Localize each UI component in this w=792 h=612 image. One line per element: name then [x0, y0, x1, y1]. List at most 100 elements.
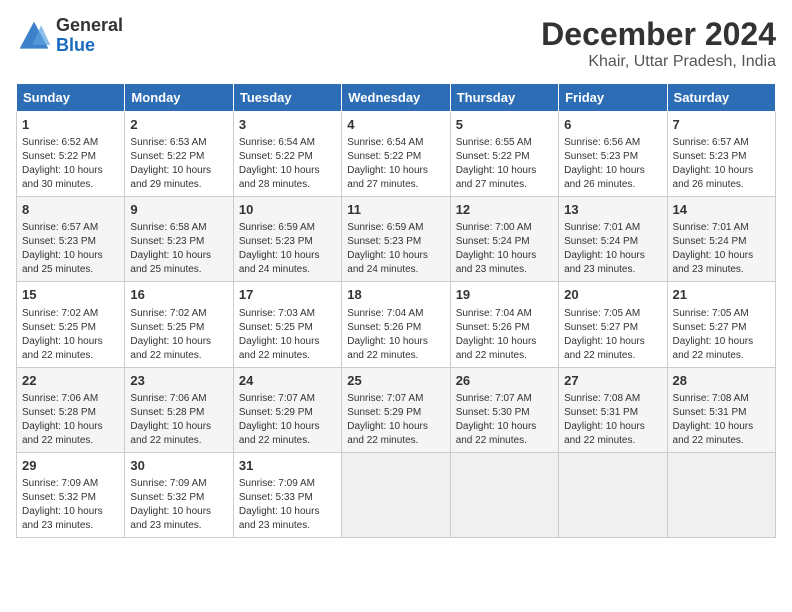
day-cell: 29 Sunrise: 7:09 AM Sunset: 5:32 PM Dayli… — [17, 452, 125, 537]
day-number: 11 — [347, 201, 444, 219]
day-number: 25 — [347, 372, 444, 390]
day-info: Sunrise: 7:09 AM Sunset: 5:33 PM Dayligh… — [239, 477, 336, 533]
page-header: General Blue December 2024 Khair, Uttar … — [16, 16, 776, 71]
day-cell: 5 Sunrise: 6:55 AM Sunset: 5:22 PM Daylig… — [450, 112, 558, 197]
day-cell: 7 Sunrise: 6:57 AM Sunset: 5:23 PM Daylig… — [667, 112, 775, 197]
logo-icon — [16, 18, 52, 54]
day-info: Sunrise: 6:57 AM Sunset: 5:23 PM Dayligh… — [22, 221, 119, 277]
day-number: 13 — [564, 201, 661, 219]
day-info: Sunrise: 6:54 AM Sunset: 5:22 PM Dayligh… — [239, 136, 336, 192]
day-info: Sunrise: 6:55 AM Sunset: 5:22 PM Dayligh… — [456, 136, 553, 192]
col-header-wednesday: Wednesday — [342, 84, 450, 112]
col-header-friday: Friday — [559, 84, 667, 112]
day-cell: 6Sunrise: 6:56 AM Sunset: 5:23 PM Daylig… — [559, 112, 667, 197]
day-info: Sunrise: 6:54 AM Sunset: 5:22 PM Dayligh… — [347, 136, 444, 192]
calendar-header-row: SundayMondayTuesdayWednesdayThursdayFrid… — [17, 84, 776, 112]
week-row-1: 1 Sunrise: 6:52 AM Sunset: 5:22 PM Daylig… — [17, 112, 776, 197]
day-info: Sunrise: 7:09 AM Sunset: 5:32 PM Dayligh… — [130, 477, 227, 533]
day-number: 22 — [22, 372, 119, 390]
day-number: 5 — [456, 116, 553, 134]
col-header-saturday: Saturday — [667, 84, 775, 112]
day-cell: 26Sunrise: 7:07 AM Sunset: 5:30 PM Dayli… — [450, 367, 558, 452]
day-cell: 19Sunrise: 7:04 AM Sunset: 5:26 PM Dayli… — [450, 282, 558, 367]
day-cell: 13Sunrise: 7:01 AM Sunset: 5:24 PM Dayli… — [559, 197, 667, 282]
day-info: Sunrise: 6:59 AM Sunset: 5:23 PM Dayligh… — [347, 221, 444, 277]
day-cell: 16 Sunrise: 7:02 AM Sunset: 5:25 PM Dayli… — [125, 282, 233, 367]
week-row-5: 29 Sunrise: 7:09 AM Sunset: 5:32 PM Dayli… — [17, 452, 776, 537]
calendar-body: 1 Sunrise: 6:52 AM Sunset: 5:22 PM Daylig… — [17, 112, 776, 538]
week-row-3: 15 Sunrise: 7:02 AM Sunset: 5:25 PM Dayli… — [17, 282, 776, 367]
day-number: 2 — [130, 116, 227, 134]
day-info: Sunrise: 7:05 AM Sunset: 5:27 PM Dayligh… — [564, 307, 661, 363]
day-cell — [559, 452, 667, 537]
logo: General Blue — [16, 16, 123, 56]
day-cell: 12 Sunrise: 7:00 AM Sunset: 5:24 PM Dayli… — [450, 197, 558, 282]
day-info: Sunrise: 7:04 AM Sunset: 5:26 PM Dayligh… — [347, 307, 444, 363]
day-cell: 11 Sunrise: 6:59 AM Sunset: 5:23 PM Dayli… — [342, 197, 450, 282]
day-number: 18 — [347, 286, 444, 304]
col-header-sunday: Sunday — [17, 84, 125, 112]
day-info: Sunrise: 7:00 AM Sunset: 5:24 PM Dayligh… — [456, 221, 553, 277]
day-number: 14 — [673, 201, 770, 219]
day-number: 16 — [130, 286, 227, 304]
day-number: 31 — [239, 457, 336, 475]
day-cell: 28 Sunrise: 7:08 AM Sunset: 5:31 PM Dayli… — [667, 367, 775, 452]
day-cell: 9Sunrise: 6:58 AM Sunset: 5:23 PM Daylig… — [125, 197, 233, 282]
day-number: 19 — [456, 286, 553, 304]
day-cell: 23 Sunrise: 7:06 AM Sunset: 5:28 PM Dayli… — [125, 367, 233, 452]
day-info: Sunrise: 7:07 AM Sunset: 5:29 PM Dayligh… — [347, 392, 444, 448]
day-cell: 20 Sunrise: 7:05 AM Sunset: 5:27 PM Dayli… — [559, 282, 667, 367]
logo-general-text: General — [56, 16, 123, 36]
day-number: 28 — [673, 372, 770, 390]
day-cell: 2 Sunrise: 6:53 AM Sunset: 5:22 PM Daylig… — [125, 112, 233, 197]
day-info: Sunrise: 7:02 AM Sunset: 5:25 PM Dayligh… — [130, 307, 227, 363]
day-cell: 15Sunrise: 7:02 AM Sunset: 5:25 PM Dayli… — [17, 282, 125, 367]
week-row-2: 8 Sunrise: 6:57 AM Sunset: 5:23 PM Daylig… — [17, 197, 776, 282]
day-info: Sunrise: 6:58 AM Sunset: 5:23 PM Dayligh… — [130, 221, 227, 277]
day-cell: 10Sunrise: 6:59 AM Sunset: 5:23 PM Dayli… — [233, 197, 341, 282]
day-info: Sunrise: 7:06 AM Sunset: 5:28 PM Dayligh… — [130, 392, 227, 448]
day-cell: 30Sunrise: 7:09 AM Sunset: 5:32 PM Dayli… — [125, 452, 233, 537]
calendar-table: SundayMondayTuesdayWednesdayThursdayFrid… — [16, 83, 776, 538]
day-cell: 3 Sunrise: 6:54 AM Sunset: 5:22 PM Daylig… — [233, 112, 341, 197]
day-info: Sunrise: 7:08 AM Sunset: 5:31 PM Dayligh… — [564, 392, 661, 448]
day-info: Sunrise: 7:09 AM Sunset: 5:32 PM Dayligh… — [22, 477, 119, 533]
day-number: 17 — [239, 286, 336, 304]
logo-text: General Blue — [56, 16, 123, 56]
week-row-4: 22 Sunrise: 7:06 AM Sunset: 5:28 PM Dayli… — [17, 367, 776, 452]
day-number: 27 — [564, 372, 661, 390]
day-number: 12 — [456, 201, 553, 219]
day-info: Sunrise: 7:07 AM Sunset: 5:29 PM Dayligh… — [239, 392, 336, 448]
day-cell: 1 Sunrise: 6:52 AM Sunset: 5:22 PM Daylig… — [17, 112, 125, 197]
day-number: 7 — [673, 116, 770, 134]
day-cell: 31 Sunrise: 7:09 AM Sunset: 5:33 PM Dayli… — [233, 452, 341, 537]
day-number: 3 — [239, 116, 336, 134]
day-number: 8 — [22, 201, 119, 219]
day-number: 1 — [22, 116, 119, 134]
day-cell: 27 Sunrise: 7:08 AM Sunset: 5:31 PM Dayli… — [559, 367, 667, 452]
col-header-thursday: Thursday — [450, 84, 558, 112]
day-info: Sunrise: 6:52 AM Sunset: 5:22 PM Dayligh… — [22, 136, 119, 192]
day-number: 21 — [673, 286, 770, 304]
day-number: 29 — [22, 457, 119, 475]
day-cell — [667, 452, 775, 537]
day-cell: 17Sunrise: 7:03 AM Sunset: 5:25 PM Dayli… — [233, 282, 341, 367]
day-info: Sunrise: 7:07 AM Sunset: 5:30 PM Dayligh… — [456, 392, 553, 448]
calendar-subtitle: Khair, Uttar Pradesh, India — [541, 53, 776, 71]
day-info: Sunrise: 7:06 AM Sunset: 5:28 PM Dayligh… — [22, 392, 119, 448]
day-info: Sunrise: 6:53 AM Sunset: 5:22 PM Dayligh… — [130, 136, 227, 192]
day-cell — [450, 452, 558, 537]
day-cell: 4Sunrise: 6:54 AM Sunset: 5:22 PM Daylig… — [342, 112, 450, 197]
day-number: 20 — [564, 286, 661, 304]
day-info: Sunrise: 6:57 AM Sunset: 5:23 PM Dayligh… — [673, 136, 770, 192]
day-number: 23 — [130, 372, 227, 390]
day-cell: 21Sunrise: 7:05 AM Sunset: 5:27 PM Dayli… — [667, 282, 775, 367]
calendar-title: December 2024 — [541, 16, 776, 53]
title-area: December 2024 Khair, Uttar Pradesh, Indi… — [541, 16, 776, 71]
day-info: Sunrise: 7:08 AM Sunset: 5:31 PM Dayligh… — [673, 392, 770, 448]
col-header-tuesday: Tuesday — [233, 84, 341, 112]
day-info: Sunrise: 6:59 AM Sunset: 5:23 PM Dayligh… — [239, 221, 336, 277]
day-cell: 18 Sunrise: 7:04 AM Sunset: 5:26 PM Dayli… — [342, 282, 450, 367]
day-number: 6 — [564, 116, 661, 134]
day-number: 15 — [22, 286, 119, 304]
